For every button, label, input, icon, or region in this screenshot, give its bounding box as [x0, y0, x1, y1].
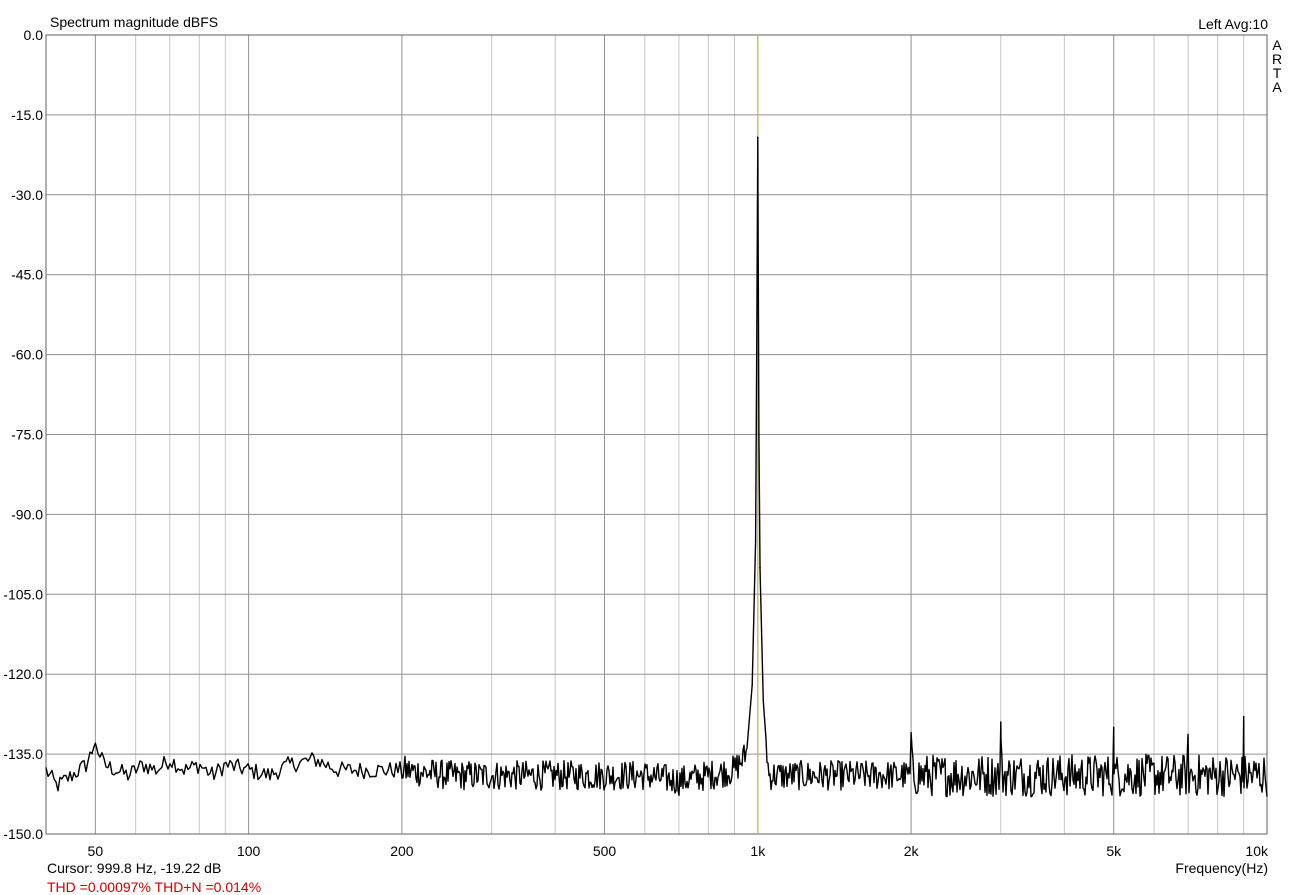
thd-readout: THD =0.00097% THD+N =0.014%: [47, 879, 262, 895]
x-tick-label: 1k: [750, 843, 766, 859]
x-tick-label: 500: [593, 843, 617, 859]
arta-letter: A: [1272, 37, 1282, 53]
cursor-readout: Cursor: 999.8 Hz, -19.22 dB: [47, 860, 222, 876]
y-tick-label: -135.0: [3, 746, 43, 762]
x-tick-label: 10k: [1245, 843, 1269, 859]
channel-info: Left Avg:10: [1198, 16, 1268, 32]
x-axis-label: Frequency(Hz): [1175, 860, 1268, 876]
x-tick-label: 50: [88, 843, 104, 859]
y-tick-label: -120.0: [3, 666, 43, 682]
y-tick-label: -15.0: [11, 107, 43, 123]
y-tick-label: -90.0: [11, 506, 43, 522]
arta-letter: R: [1271, 51, 1283, 67]
spectrum-peak-point: [1187, 737, 1189, 739]
spectrum-peak-point: [751, 684, 754, 686]
y-tick-label: -105.0: [3, 586, 43, 602]
y-tick-label: -150.0: [3, 826, 43, 842]
arta-letter: A: [1272, 79, 1282, 95]
spectrum-peak-point: [755, 353, 758, 356]
y-tick-label: -60.0: [11, 347, 43, 363]
spectrum-peak-point: [759, 566, 761, 569]
y-tick-label: -45.0: [11, 267, 43, 283]
chart-title: Spectrum magnitude dBFS: [50, 14, 219, 30]
spectrum-peak-point: [756, 136, 759, 139]
spectrum-peak-point: [94, 742, 97, 745]
y-tick-label: 0.0: [24, 27, 44, 43]
arta-letter: T: [1272, 65, 1282, 81]
spectrum-peak-point: [910, 731, 912, 734]
spectrum-peak-point: [1242, 716, 1245, 718]
spectrum-peak-point: [754, 540, 757, 542]
spectrum-peak-point: [1112, 726, 1115, 729]
x-tick-label: 2k: [904, 843, 920, 859]
spectrum-peak-point: [762, 700, 765, 702]
y-tick-label: -30.0: [11, 187, 43, 203]
spectrum-peak-point: [999, 721, 1002, 723]
x-tick-label: 5k: [1106, 843, 1122, 859]
x-tick-label: 200: [390, 843, 414, 859]
spectrum-peak-point: [758, 433, 760, 436]
y-tick-label: -75.0: [11, 427, 43, 443]
plot-area[interactable]: 0.0 -15.0 -30.0 -45.0 -60.0 -75.0 -90.0 -105.0 -…: [0, 0, 1292, 895]
arta-logo: A R T A: [1271, 38, 1283, 94]
spectrum-chart: 0.0 -15.0 -30.0 -45.0 -60.0 -75.0 -90.0 -105.0 -…: [0, 0, 1292, 895]
x-tick-label: 100: [237, 843, 261, 859]
